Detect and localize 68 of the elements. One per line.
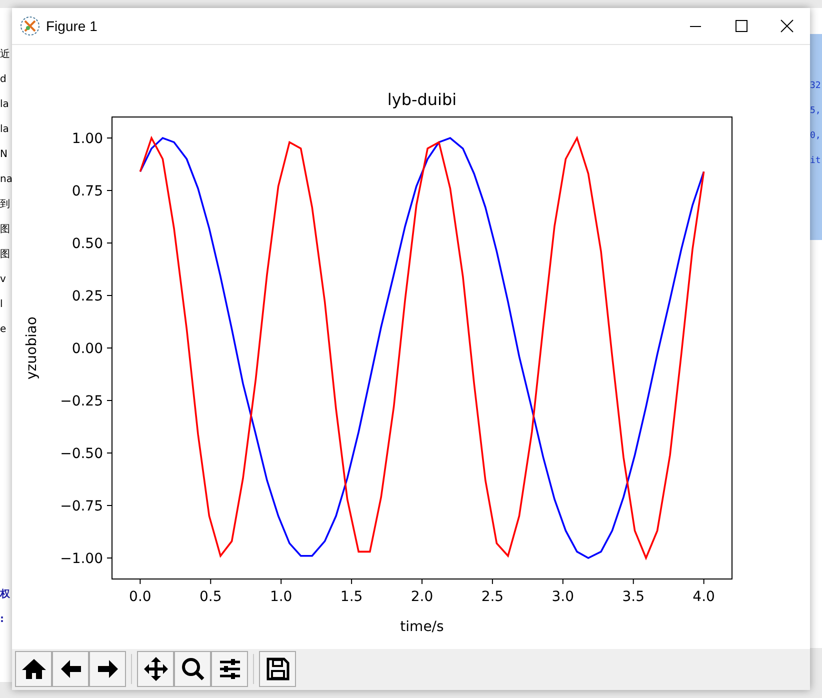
y-tick xyxy=(106,504,112,506)
background-text: 图 xyxy=(0,223,11,237)
background-text: 32 xyxy=(810,80,822,93)
x-tick-label: 0.5 xyxy=(200,588,222,605)
y-tick xyxy=(106,190,112,191)
x-tick-label: 2.0 xyxy=(410,588,434,605)
pan-button[interactable] xyxy=(137,651,174,688)
x-tick-label: 1.5 xyxy=(340,588,363,605)
y-tick-label: −0.75 xyxy=(60,498,103,514)
x-tick-label: 0.0 xyxy=(129,588,152,605)
x-tick-label: 1.0 xyxy=(270,588,292,605)
x-tick-label: 3.5 xyxy=(622,588,644,605)
background-text: : xyxy=(0,613,5,627)
x-tick xyxy=(280,578,282,584)
background-text: 5, xyxy=(810,105,822,118)
x-tick-label: 2.5 xyxy=(481,588,504,605)
x-tick-label: 3.0 xyxy=(552,588,574,605)
y-tick xyxy=(106,347,112,348)
background-text: 0, xyxy=(810,130,822,143)
y-tick-label: −0.50 xyxy=(60,446,103,462)
background-text: 到 xyxy=(0,198,11,212)
y-tick xyxy=(106,242,112,244)
search-icon xyxy=(180,656,206,682)
y-tick-label: 0.25 xyxy=(72,288,103,304)
configure-button[interactable] xyxy=(211,651,248,688)
x-axis-label: time/s xyxy=(400,618,444,635)
x-tick xyxy=(351,578,352,584)
y-tick-label: 0.75 xyxy=(72,183,103,200)
x-tick-label: 4.0 xyxy=(692,588,715,605)
background-text: e xyxy=(0,323,8,337)
window-title: Figure 1 xyxy=(46,18,98,34)
forward-button[interactable] xyxy=(89,651,126,688)
y-tick xyxy=(106,557,112,558)
background-text: it xyxy=(810,155,822,168)
y-tick-label: 0.50 xyxy=(72,236,103,252)
background-text: la xyxy=(0,123,10,137)
background-text: 图 xyxy=(0,248,11,262)
background-text: 近 xyxy=(0,48,11,62)
y-tick xyxy=(106,400,112,401)
zoom-button[interactable] xyxy=(174,651,211,688)
y-tick xyxy=(106,452,112,454)
y-tick-label: 1.00 xyxy=(72,130,103,147)
y-tick xyxy=(106,137,112,138)
x-tick xyxy=(562,578,564,584)
chart-title: lyb-duibi xyxy=(387,90,457,109)
background-text: N xyxy=(0,148,8,162)
app-icon xyxy=(20,16,40,36)
save-button[interactable] xyxy=(259,651,296,688)
background-text: l xyxy=(0,298,4,312)
background-text: 权 xyxy=(0,588,11,602)
x-tick xyxy=(703,578,704,584)
x-tick xyxy=(632,578,634,584)
y-tick-label: 0.00 xyxy=(72,340,103,357)
x-tick xyxy=(210,578,212,584)
y-tick xyxy=(106,294,112,296)
x-tick xyxy=(140,578,141,584)
background-text: d xyxy=(0,73,8,87)
home-icon xyxy=(20,657,46,682)
background-text: v xyxy=(0,273,7,287)
y-tick-label: −1.00 xyxy=(60,550,103,567)
y-axis-label: yzuobiao xyxy=(24,316,40,380)
background-text: la xyxy=(0,98,10,112)
background-text: na xyxy=(0,173,12,187)
y-tick-label: −0.25 xyxy=(60,393,103,410)
back-button[interactable] xyxy=(52,651,89,688)
x-tick xyxy=(492,578,493,584)
move-arrows-icon xyxy=(142,656,168,682)
home-button[interactable] xyxy=(15,651,52,688)
